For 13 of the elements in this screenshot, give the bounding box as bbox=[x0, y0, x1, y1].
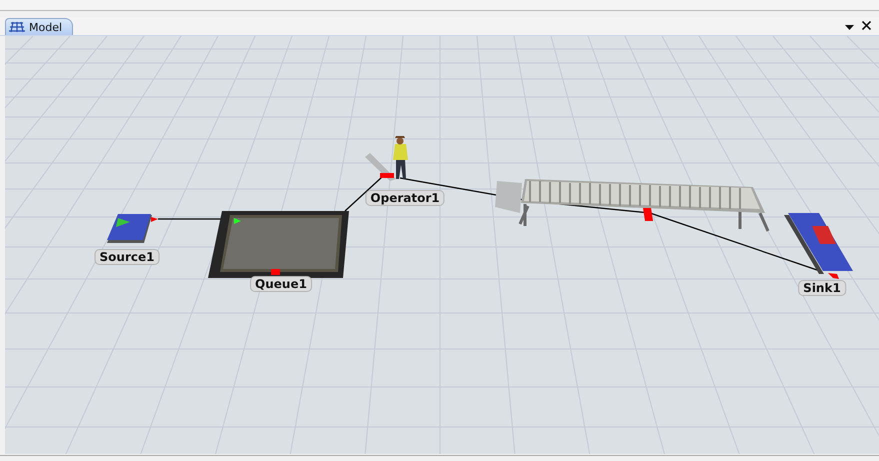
object-label: Source1 bbox=[94, 249, 160, 265]
source-drawing[interactable] bbox=[107, 214, 158, 243]
close-icon[interactable] bbox=[862, 21, 871, 30]
object-label: Queue1 bbox=[250, 276, 312, 292]
queue-drawing[interactable] bbox=[208, 211, 349, 278]
model-tab[interactable]: Model bbox=[5, 18, 74, 35]
object-label: Operator1 bbox=[365, 190, 445, 206]
object-label: Sink1 bbox=[798, 280, 846, 296]
worker-figure[interactable] bbox=[365, 136, 408, 181]
sink-drawing[interactable] bbox=[784, 213, 853, 279]
dropdown-icon[interactable] bbox=[845, 25, 854, 30]
conveyor-drawing[interactable] bbox=[495, 179, 770, 232]
grid-icon bbox=[9, 21, 25, 33]
